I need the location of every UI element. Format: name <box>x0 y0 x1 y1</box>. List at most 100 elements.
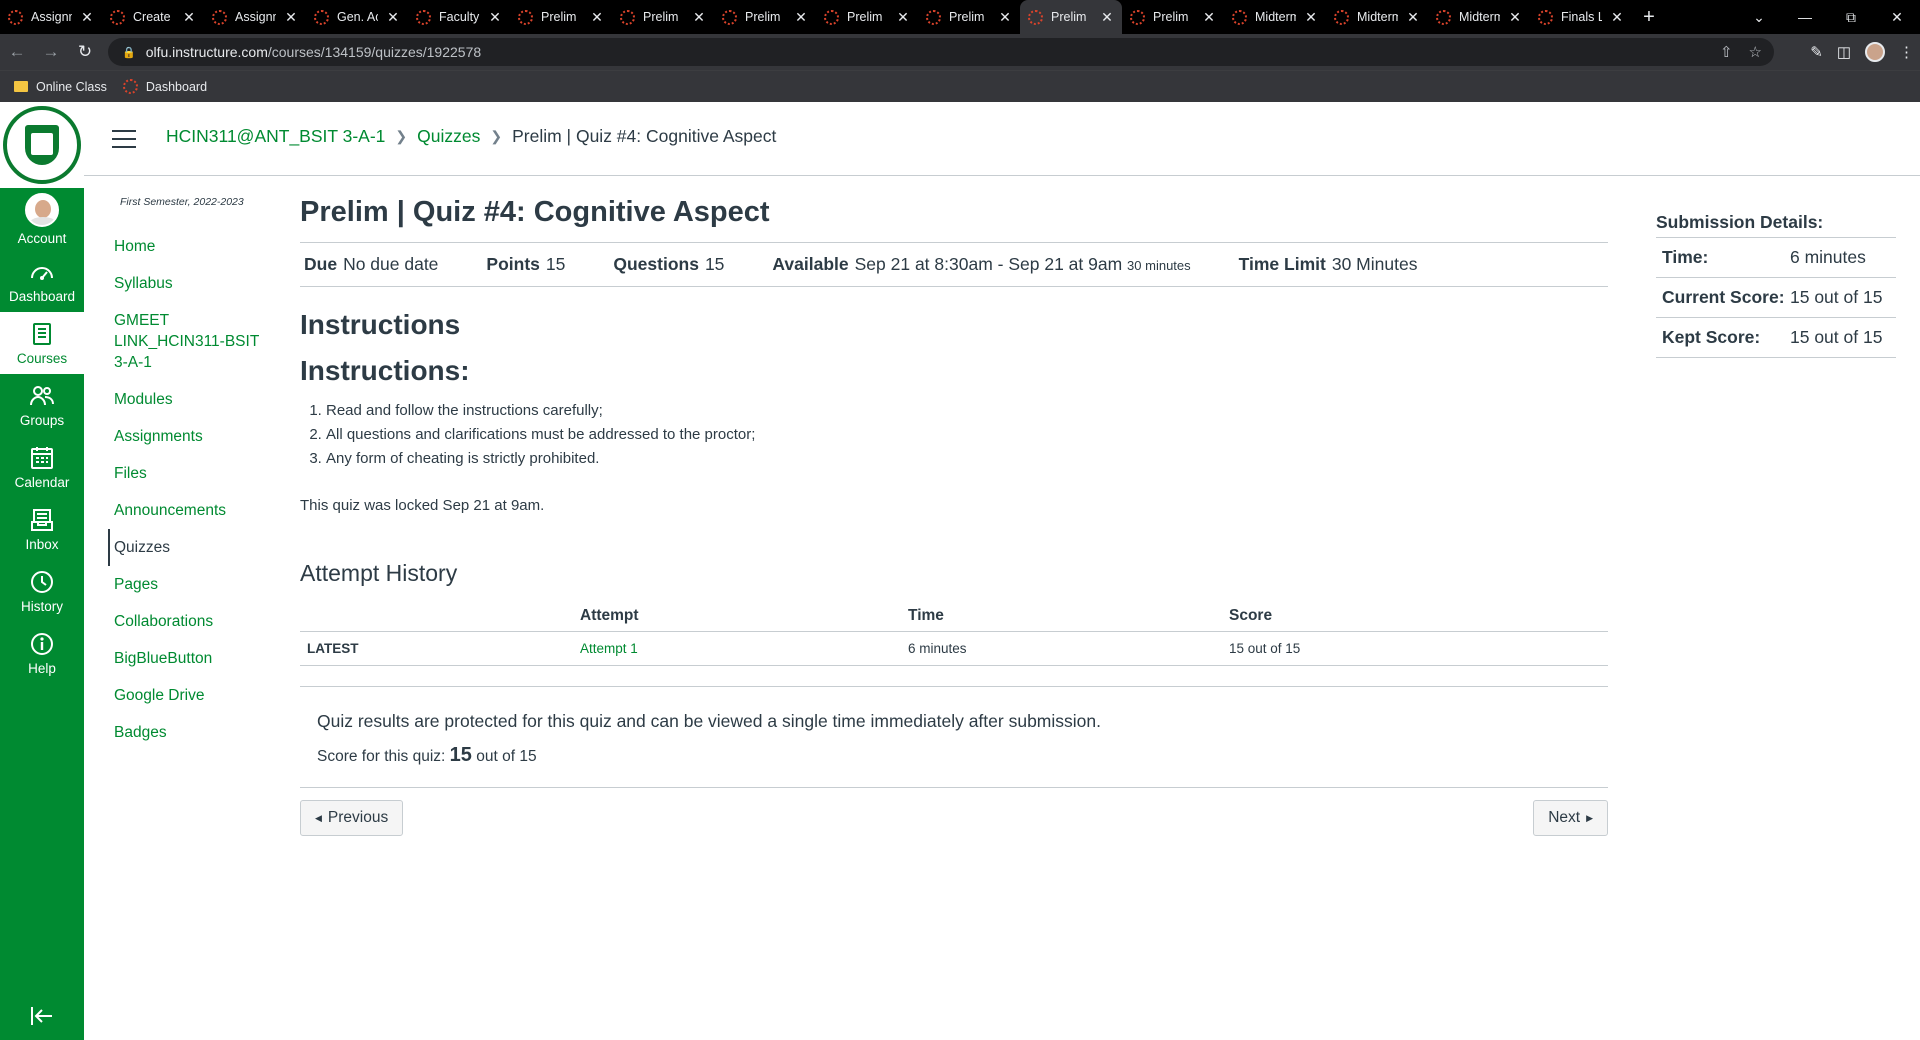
browser-tab[interactable]: Midterm ✕ <box>1224 0 1326 34</box>
global-nav-calendar[interactable]: Calendar <box>0 436 84 498</box>
course-nav-gmeet-link[interactable]: GMEET LINK_HCIN311-BSIT 3-A-1 <box>108 302 278 381</box>
course-nav-quizzes[interactable]: Quizzes <box>108 529 278 566</box>
side-panel-icon[interactable]: ◫ <box>1837 43 1851 61</box>
close-window-icon[interactable]: ✕ <box>1874 9 1920 26</box>
browser-tab[interactable]: Finals L ✕ <box>1530 0 1632 34</box>
course-nav-pages[interactable]: Pages <box>108 566 278 603</box>
minimize-icon[interactable]: — <box>1782 9 1828 25</box>
share-icon[interactable]: ⇧ <box>1720 43 1733 61</box>
global-nav-inbox[interactable]: Inbox <box>0 498 84 560</box>
browser-tab[interactable]: Prelim ✕ <box>1020 0 1122 34</box>
hamburger-menu-icon[interactable] <box>112 130 136 148</box>
avatar <box>25 192 59 227</box>
global-nav-groups[interactable]: Groups <box>0 374 84 436</box>
bookmarks-bar: Online Class Dashboard <box>0 70 1920 102</box>
browser-tab[interactable]: Faculty ✕ <box>408 0 510 34</box>
breadcrumb-course[interactable]: HCIN311@ANT_BSIT 3-A-1 <box>166 126 385 147</box>
canvas-icon <box>110 9 125 25</box>
browser-tab[interactable]: Midterm ✕ <box>1428 0 1530 34</box>
tab-title: Finals L <box>1561 10 1602 24</box>
close-tab-icon[interactable]: ✕ <box>80 9 94 26</box>
browser-tab[interactable]: Prelim ✕ <box>510 0 612 34</box>
new-tab-icon[interactable]: + <box>1632 6 1666 29</box>
browser-tab[interactable]: Assignm ✕ <box>0 0 102 34</box>
course-nav-modules[interactable]: Modules <box>108 381 278 418</box>
course-nav-syllabus[interactable]: Syllabus <box>108 265 278 302</box>
school-logo[interactable] <box>0 102 84 188</box>
tab-title: Gen. Ac <box>337 10 378 24</box>
extensions-icon[interactable]: ✎ <box>1810 43 1823 61</box>
close-tab-icon[interactable]: ✕ <box>386 9 400 26</box>
course-nav-badges[interactable]: Badges <box>108 714 278 751</box>
course-nav-collaborations[interactable]: Collaborations <box>108 603 278 640</box>
global-nav-history[interactable]: History <box>0 560 84 622</box>
address-bar[interactable]: 🔒 olfu.instructure.com /courses/134159/q… <box>108 38 1774 66</box>
global-nav-label: Inbox <box>25 536 59 552</box>
back-icon[interactable]: ← <box>0 42 34 62</box>
next-button[interactable]: Next ▶ <box>1533 800 1608 836</box>
bookmark-online-class[interactable]: Online Class <box>14 80 107 94</box>
canvas-icon <box>926 9 941 25</box>
browser-tab[interactable]: Prelim ✕ <box>918 0 1020 34</box>
browser-tab[interactable]: Prelim ✕ <box>1122 0 1224 34</box>
forward-icon[interactable]: → <box>34 42 68 62</box>
tab-title: Prelim <box>643 10 679 24</box>
close-tab-icon[interactable]: ✕ <box>284 9 298 26</box>
tab-search-icon[interactable]: ⌄ <box>1736 9 1782 26</box>
reload-icon[interactable]: ↻ <box>68 42 102 62</box>
bookmark-dashboard[interactable]: Dashboard <box>122 79 207 94</box>
course-nav-assignments[interactable]: Assignments <box>108 418 278 455</box>
browser-tab[interactable]: Midterm ✕ <box>1326 0 1428 34</box>
collapse-nav-icon[interactable] <box>28 1004 56 1028</box>
browser-tab[interactable]: Prelim ✕ <box>714 0 816 34</box>
tab-list: Assignm✕Create✕Assignm✕Gen. Ac✕Faculty✕P… <box>0 0 1632 34</box>
close-tab-icon[interactable]: ✕ <box>896 9 910 26</box>
close-tab-icon[interactable]: ✕ <box>1304 9 1318 26</box>
help-icon <box>31 632 53 655</box>
global-nav-courses[interactable]: Courses <box>0 312 84 374</box>
close-tab-icon[interactable]: ✕ <box>182 9 196 26</box>
close-tab-icon[interactable]: ✕ <box>692 9 706 26</box>
close-tab-icon[interactable]: ✕ <box>1406 9 1420 26</box>
course-nav-bigbluebutton[interactable]: BigBlueButton <box>108 640 278 677</box>
chevron-right-icon: ❯ <box>490 128 503 144</box>
close-tab-icon[interactable]: ✕ <box>1100 9 1114 26</box>
course-nav-home[interactable]: Home <box>108 228 278 265</box>
close-tab-icon[interactable]: ✕ <box>590 9 604 26</box>
instructions-list: Read and follow the instructions careful… <box>308 399 1608 471</box>
close-tab-icon[interactable]: ✕ <box>1508 9 1522 26</box>
submission-key: Kept Score: <box>1662 327 1761 347</box>
close-tab-icon[interactable]: ✕ <box>794 9 808 26</box>
menu-kebab-icon[interactable]: ⋮ <box>1899 43 1914 61</box>
score-value: 15 <box>449 744 472 766</box>
course-nav-files[interactable]: Files <box>108 455 278 492</box>
close-tab-icon[interactable]: ✕ <box>998 9 1012 26</box>
browser-tab[interactable]: Prelim ✕ <box>816 0 918 34</box>
global-nav-label: Groups <box>19 412 65 428</box>
browser-tab[interactable]: Gen. Ac ✕ <box>306 0 408 34</box>
canvas-icon <box>722 9 737 25</box>
bookmark-star-icon[interactable]: ☆ <box>1749 43 1762 61</box>
browser-tab[interactable]: Assignm ✕ <box>204 0 306 34</box>
browser-tab[interactable]: Create ✕ <box>102 0 204 34</box>
attempt-history-table: Attempt Time Score LATEST Attempt 1 6 mi… <box>300 601 1608 666</box>
global-nav-help[interactable]: Help <box>0 622 84 684</box>
previous-button[interactable]: ◀ Previous <box>300 800 404 836</box>
attempt-link[interactable]: Attempt 1 <box>580 641 638 656</box>
quiz-meta: Due No due date Points 15 Questions 15 Avai… <box>300 242 1608 287</box>
global-nav-dashboard[interactable]: Dashboard <box>0 250 84 312</box>
close-tab-icon[interactable]: ✕ <box>1610 9 1624 26</box>
course-nav-announcements[interactable]: Announcements <box>108 492 278 529</box>
breadcrumb-quizzes[interactable]: Quizzes <box>417 126 480 147</box>
close-tab-icon[interactable]: ✕ <box>1202 9 1216 26</box>
close-tab-icon[interactable]: ✕ <box>488 9 502 26</box>
global-nav-account[interactable]: Account <box>0 188 84 250</box>
profile-avatar[interactable] <box>1865 42 1885 62</box>
global-nav-label: Dashboard <box>8 288 76 304</box>
restore-icon[interactable]: ⧉ <box>1828 9 1874 26</box>
column-header <box>300 601 580 632</box>
browser-tab[interactable]: Prelim ✕ <box>612 0 714 34</box>
global-navigation: Account Dashboard Courses Groups Calenda… <box>0 102 84 1040</box>
meta-label: Available <box>772 254 849 274</box>
course-nav-google-drive[interactable]: Google Drive <box>108 677 278 714</box>
